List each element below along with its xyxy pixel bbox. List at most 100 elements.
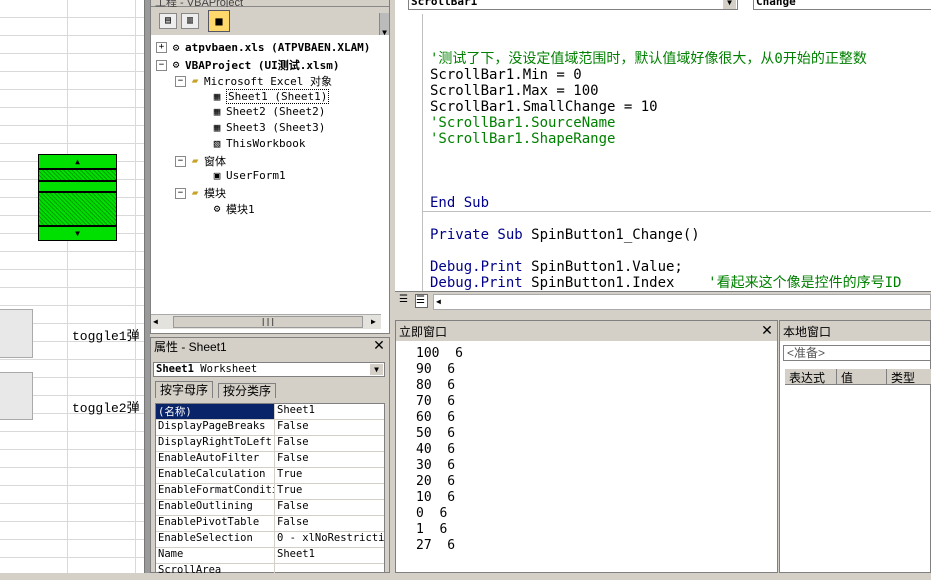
tree-label: ThisWorkbook	[226, 137, 306, 150]
tree-node-vbaproject[interactable]: − ⚙ VBAProject (UI测试.xlsm)	[156, 57, 339, 73]
property-value[interactable]: False	[275, 500, 384, 515]
property-value[interactable]: False	[275, 436, 384, 451]
toggle1-label: toggle1弹	[72, 329, 140, 344]
tree-label: UserForm1	[226, 169, 286, 182]
object-combo[interactable]: ScrollBar1 ▼	[408, 0, 738, 10]
object-type: Worksheet	[200, 363, 258, 375]
code-line: ScrollBar1.Max = 100	[430, 83, 599, 99]
tree-node-excel-objects[interactable]: − ▰ Microsoft Excel 对象	[175, 73, 332, 89]
property-value[interactable]: True	[275, 484, 384, 499]
toggle-folders-button[interactable]: ■	[208, 10, 230, 32]
code-keyword: Debug.Print	[430, 259, 523, 275]
collapse-icon[interactable]: −	[175, 155, 186, 167]
tab-categorized[interactable]: 按分类序	[218, 383, 277, 398]
property-row[interactable]: Name Sheet1	[156, 548, 384, 564]
procedure-combo[interactable]: Change	[753, 0, 931, 10]
property-row[interactable]: DisplayPageBreaks False	[156, 420, 384, 436]
code-margin-bar[interactable]	[395, 14, 423, 291]
close-icon[interactable]: ✕	[372, 339, 386, 353]
toggle-button-1[interactable]	[0, 309, 33, 358]
property-value[interactable]: False	[275, 452, 384, 467]
property-value[interactable]: True	[275, 468, 384, 483]
code-line: '测试了下，没设定值域范围时，默认值域好像很大，从0开始的正整数	[430, 51, 867, 67]
column-header-expression[interactable]: 表达式	[785, 369, 837, 385]
column-header-type[interactable]: 类型	[887, 369, 931, 385]
procedure-view-button[interactable]: ☰	[399, 294, 412, 308]
code-hscroll-track[interactable]: ◀	[433, 294, 931, 310]
tree-node-sheet3[interactable]: ▦ Sheet3 (Sheet3)	[211, 121, 326, 134]
column-header-value[interactable]: 值	[837, 369, 887, 385]
scroll-left-arrow[interactable]: ◀	[153, 317, 158, 326]
code-window[interactable]: ScrollBar1 ▼ Change '测试了下，没设定值域范围时，默认值域好…	[395, 0, 931, 313]
tree-label: 模块	[204, 187, 226, 200]
code-line: Private Sub SpinButton1_Change()	[430, 227, 700, 243]
tree-node-atpvbaen[interactable]: + ⚙ atpvbaen.xls (ATPVBAEN.XLAM)	[156, 41, 370, 54]
tree-node-thisworkbook[interactable]: ▧ ThisWorkbook	[211, 137, 306, 150]
property-row[interactable]: EnableOutlining False	[156, 500, 384, 516]
view-object-button[interactable]: ▥	[181, 13, 199, 29]
immediate-output-line: 40 6	[416, 442, 456, 457]
tree-node-module1[interactable]: ⚙ 模块1	[211, 201, 255, 217]
tree-node-forms[interactable]: − ▰ 窗体	[175, 153, 226, 169]
scroll-left-arrow[interactable]: ◀	[436, 297, 441, 306]
scrollbar-thumb[interactable]	[38, 181, 117, 192]
property-row[interactable]: EnablePivotTable False	[156, 516, 384, 532]
locals-status: <准备>	[787, 346, 826, 360]
expand-icon[interactable]: +	[156, 42, 167, 53]
spin-button-down[interactable]: ▼	[38, 226, 117, 241]
close-icon[interactable]: ✕	[760, 324, 774, 338]
full-module-view-button[interactable]: ☰	[415, 294, 428, 308]
property-value[interactable]: False	[275, 516, 384, 531]
property-row[interactable]: EnableCalculation True	[156, 468, 384, 484]
property-row[interactable]: DisplayRightToLeft False	[156, 436, 384, 452]
property-row[interactable]: (名称) Sheet1	[156, 404, 384, 420]
property-name: EnableAutoFilter	[156, 452, 275, 467]
property-row[interactable]: EnableSelection 0 - xlNoRestrictio	[156, 532, 384, 548]
tree-node-sheet1[interactable]: ▦ Sheet1 (Sheet1)	[211, 89, 330, 104]
immediate-window[interactable]: 立即窗口 ✕ 100 6 90 6 80 6 70 6 60 6 50 6 40…	[395, 320, 778, 573]
property-value[interactable]	[275, 564, 384, 579]
tree-node-userform1[interactable]: ▣ UserForm1	[211, 169, 286, 182]
scrollbar-track[interactable]	[38, 192, 117, 226]
code-text: SpinButton1.Value;	[522, 259, 683, 275]
code-line: 'ScrollBar1.ShapeRange	[430, 131, 616, 147]
scroll-thumb[interactable]: |||	[173, 316, 363, 328]
sheet-icon: ▦	[213, 89, 221, 103]
property-row[interactable]: EnableAutoFilter False	[156, 452, 384, 468]
property-value[interactable]: Sheet1	[275, 404, 384, 419]
property-value[interactable]: 0 - xlNoRestrictio	[275, 532, 384, 547]
tree-node-sheet2[interactable]: ▦ Sheet2 (Sheet2)	[211, 105, 326, 118]
property-name: EnableOutlining	[156, 500, 275, 515]
collapse-icon[interactable]: −	[156, 59, 167, 71]
toolbar-scroll[interactable]: ▼	[379, 13, 389, 37]
view-code-button[interactable]: ▤	[159, 13, 177, 29]
immediate-output-line: 90 6	[416, 362, 456, 377]
code-keyword: Debug.Print	[430, 275, 523, 291]
toggle-button-2[interactable]	[0, 372, 33, 420]
excel-worksheet[interactable]: ▲ ▼ toggle1弹 toggle2弹	[0, 0, 144, 573]
property-row[interactable]: EnableFormatConditi True	[156, 484, 384, 500]
property-value[interactable]: Sheet1	[275, 548, 384, 563]
horizontal-scrollbar[interactable]: ◀ ||| ▶	[151, 314, 381, 329]
folder-open-icon: ▰	[191, 74, 199, 87]
chevron-down-icon[interactable]: ▼	[370, 364, 383, 375]
code-text: SpinButton1_Change()	[522, 227, 700, 243]
property-name: EnableSelection	[156, 532, 275, 547]
property-name: EnableCalculation	[156, 468, 275, 483]
property-value[interactable]: False	[275, 420, 384, 435]
code-line: ScrollBar1.Min = 0	[430, 67, 582, 83]
code-line: Debug.Print SpinButton1.Value;	[430, 259, 683, 275]
property-row[interactable]: ScrollArea	[156, 564, 384, 580]
scroll-right-arrow[interactable]: ▶	[371, 317, 376, 326]
collapse-icon[interactable]: −	[175, 75, 186, 87]
tree-label: Microsoft Excel 对象	[204, 75, 332, 88]
spin-button-up[interactable]: ▲	[38, 154, 117, 169]
object-dropdown[interactable]: Sheet1 Worksheet ▼	[153, 362, 385, 377]
tab-alphabetic[interactable]: 按字母序	[155, 381, 214, 398]
property-name: ScrollArea	[156, 564, 275, 579]
code-comment: '看起来这个像是控件的序号ID	[708, 275, 902, 291]
tree-node-modules[interactable]: − ▰ 模块	[175, 185, 226, 201]
collapse-icon[interactable]: −	[175, 187, 186, 199]
spin-button-track	[38, 169, 117, 181]
chevron-down-icon[interactable]: ▼	[723, 0, 736, 9]
